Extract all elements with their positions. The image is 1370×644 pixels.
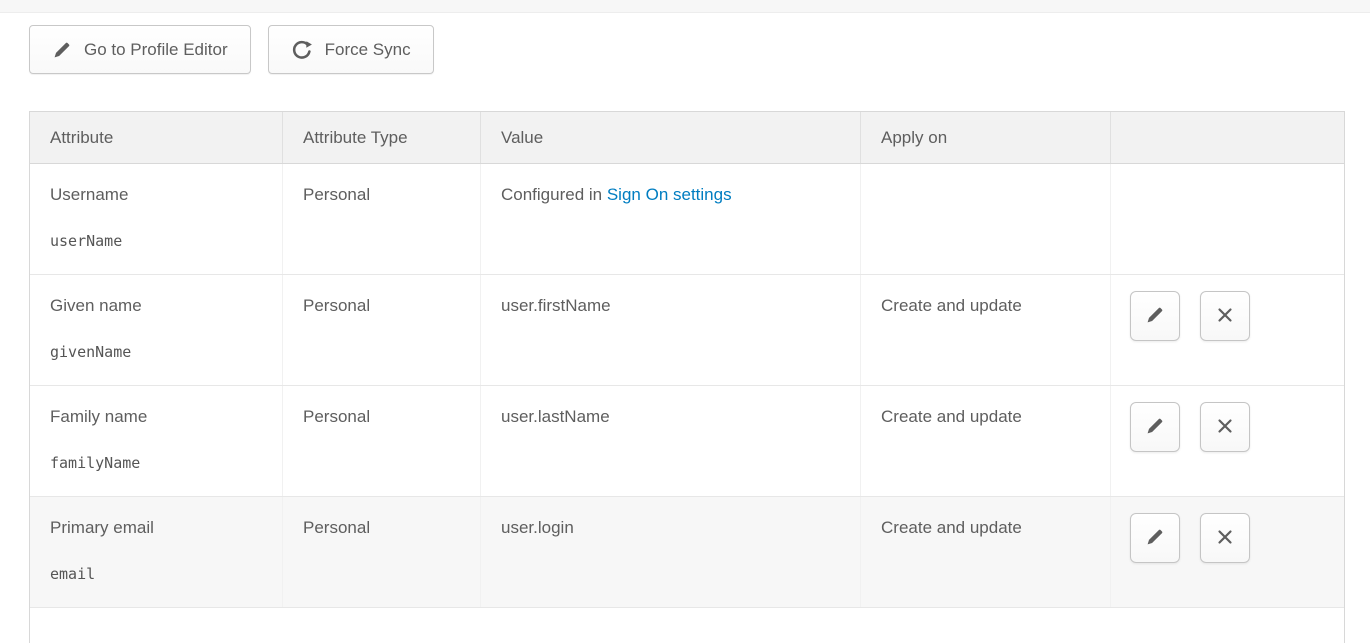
apply-on-cell: Create and update xyxy=(861,497,1111,607)
toolbar: Go to Profile Editor Force Sync xyxy=(29,25,1370,74)
partial-next-row xyxy=(30,608,1344,643)
column-header-attribute: Attribute xyxy=(30,112,283,163)
refresh-icon xyxy=(291,39,313,61)
close-icon xyxy=(1215,305,1235,328)
attribute-label: Username xyxy=(50,185,272,205)
attribute-variable-name: email xyxy=(50,565,272,583)
value-cell: user.login xyxy=(481,497,861,607)
pencil-icon xyxy=(1145,527,1165,550)
table-row-family-name: Family name familyName Personal user.las… xyxy=(30,386,1344,497)
apply-on-cell xyxy=(861,164,1111,274)
go-to-profile-editor-label: Go to Profile Editor xyxy=(84,40,228,60)
value-cell: Configured in Sign On settings xyxy=(481,164,861,274)
page-top-divider xyxy=(0,0,1370,13)
pencil-icon xyxy=(52,40,72,60)
attribute-variable-name: userName xyxy=(50,232,272,250)
attribute-type-cell: Personal xyxy=(283,386,481,496)
attribute-variable-name: givenName xyxy=(50,343,272,361)
actions-cell xyxy=(1111,386,1344,496)
attribute-cell: Primary email email xyxy=(30,497,283,607)
close-icon xyxy=(1215,527,1235,550)
value-cell: user.firstName xyxy=(481,275,861,385)
force-sync-button[interactable]: Force Sync xyxy=(268,25,434,74)
attribute-variable-name: familyName xyxy=(50,454,272,472)
actions-cell xyxy=(1111,275,1344,385)
delete-attribute-button[interactable] xyxy=(1200,291,1250,341)
edit-attribute-button[interactable] xyxy=(1130,402,1180,452)
table-row-given-name: Given name givenName Personal user.first… xyxy=(30,275,1344,386)
actions-cell xyxy=(1111,164,1344,274)
value-text: Configured in xyxy=(501,185,607,204)
attribute-label: Family name xyxy=(50,407,272,427)
column-header-attribute-type: Attribute Type xyxy=(283,112,481,163)
pencil-icon xyxy=(1145,416,1165,439)
go-to-profile-editor-button[interactable]: Go to Profile Editor xyxy=(29,25,251,74)
column-header-value: Value xyxy=(481,112,861,163)
attribute-cell: Family name familyName xyxy=(30,386,283,496)
actions-cell xyxy=(1111,497,1344,607)
attribute-type-cell: Personal xyxy=(283,164,481,274)
attribute-label: Given name xyxy=(50,296,272,316)
column-header-actions xyxy=(1111,112,1344,163)
sign-on-settings-link[interactable]: Sign On settings xyxy=(607,185,732,204)
apply-on-cell: Create and update xyxy=(861,386,1111,496)
attribute-label: Primary email xyxy=(50,518,272,538)
attribute-cell: Given name givenName xyxy=(30,275,283,385)
attribute-cell: Username userName xyxy=(30,164,283,274)
table-header-row: Attribute Attribute Type Value Apply on xyxy=(30,112,1344,164)
pencil-icon xyxy=(1145,305,1165,328)
table-row-primary-email: Primary email email Personal user.login … xyxy=(30,497,1344,608)
attribute-mappings-table: Attribute Attribute Type Value Apply on … xyxy=(29,111,1345,643)
column-header-apply-on: Apply on xyxy=(861,112,1111,163)
table-row-username: Username userName Personal Configured in… xyxy=(30,164,1344,275)
close-icon xyxy=(1215,416,1235,439)
edit-attribute-button[interactable] xyxy=(1130,513,1180,563)
attribute-type-cell: Personal xyxy=(283,497,481,607)
apply-on-cell: Create and update xyxy=(861,275,1111,385)
delete-attribute-button[interactable] xyxy=(1200,513,1250,563)
delete-attribute-button[interactable] xyxy=(1200,402,1250,452)
attribute-type-cell: Personal xyxy=(283,275,481,385)
force-sync-label: Force Sync xyxy=(325,40,411,60)
value-cell: user.lastName xyxy=(481,386,861,496)
edit-attribute-button[interactable] xyxy=(1130,291,1180,341)
